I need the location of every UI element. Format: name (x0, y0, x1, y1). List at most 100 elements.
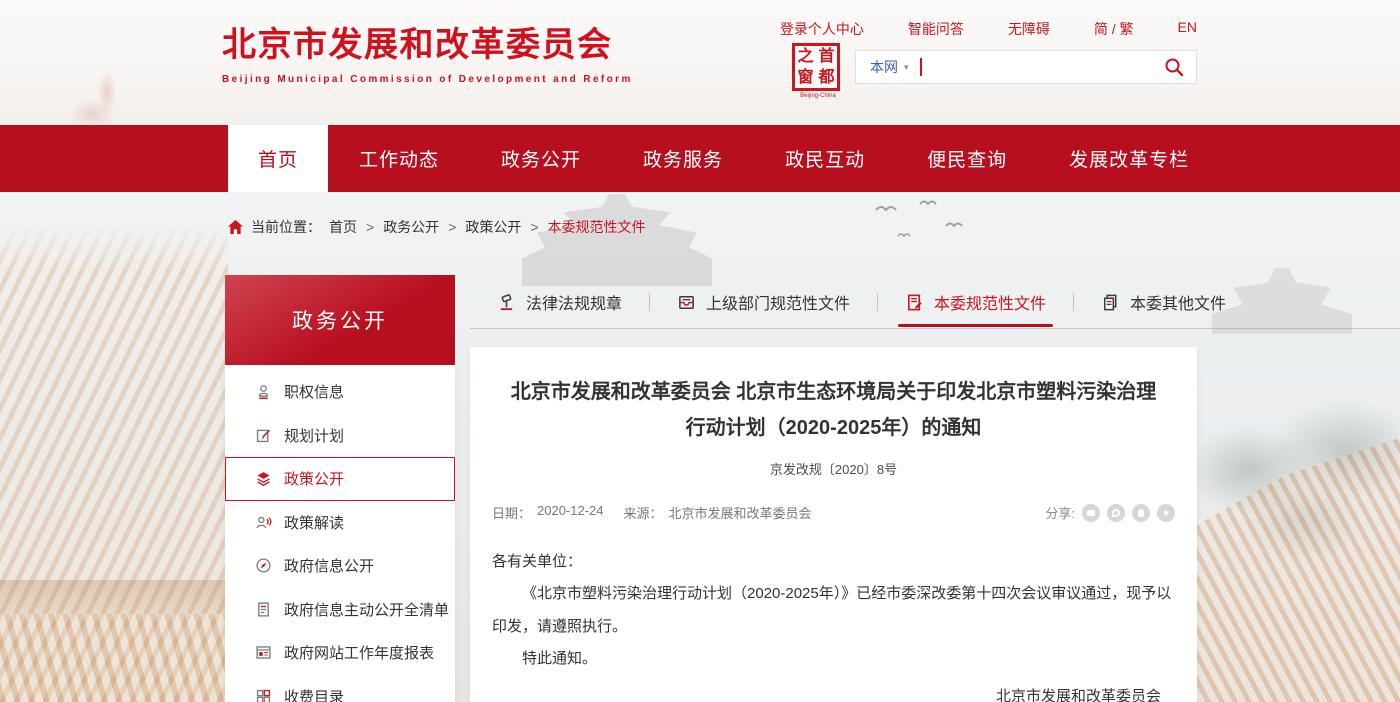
article-signature: 北京市发展和改革委员会 (492, 681, 1175, 702)
sidebar-item-website-annual-report[interactable]: 政府网站工作年度报表 (225, 631, 455, 675)
nav-item-gov-disclosure[interactable]: 政务公开 (470, 125, 612, 192)
annual-report-icon (255, 644, 272, 661)
share-label: 分享: (1045, 503, 1075, 522)
date-label: 日期： (492, 503, 531, 522)
search-icon[interactable] (1164, 57, 1184, 77)
sidebar-item-label: 规划计划 (284, 425, 344, 446)
sidebar-item-gov-info-disclosure[interactable]: 政府信息公开 (225, 544, 455, 588)
sidebar-item-label: 政府网站工作年度报表 (284, 642, 434, 663)
content-tabs: 法律法规规章 上级部门规范性文件 本委规范性文件 (470, 289, 1253, 315)
page: 北京市发展和改革委员会 Beijing Municipal Commission… (0, 0, 1400, 702)
birds-icon (868, 198, 978, 243)
nav-item-public-interaction[interactable]: 政民互动 (754, 125, 896, 192)
seal-char: 都 (818, 70, 834, 86)
nav-item-work-news[interactable]: 工作动态 (328, 125, 470, 192)
site-logo[interactable]: 北京市发展和改革委员会 Beijing Municipal Commission… (222, 17, 633, 85)
breadcrumb-separator: > (530, 219, 538, 235)
seal-char: 之 (797, 49, 813, 65)
home-icon (228, 220, 243, 234)
tab-superior-normative-docs[interactable]: 上级部门规范性文件 (650, 290, 877, 314)
sidebar-item-label: 政策解读 (284, 512, 344, 533)
header-ornament (58, 70, 128, 125)
superior-docs-icon (677, 293, 696, 312)
tabs-divider-line (470, 328, 1400, 329)
sidebar-item-planning[interactable]: 规划计划 (225, 414, 455, 458)
search-input[interactable] (922, 51, 1164, 83)
seal-caption: Beijing-China (792, 93, 844, 99)
paragraph: 《北京市塑料污染治理行动计划（2020-2025年）》已经市委深改委第十四次会议… (492, 578, 1175, 643)
article-title: 北京市发展和改革委员会 北京市生态环境局关于印发北京市塑料污染治理行动计划（20… (504, 374, 1163, 446)
sidebar-item-label: 政策公开 (284, 468, 344, 489)
search-scope-label: 本网 (870, 57, 898, 77)
tab-commission-other-docs[interactable]: 本委其他文件 (1074, 290, 1253, 314)
breadcrumb: 当前位置： 首页 > 政务公开 > 政策公开 > 本委规范性文件 (228, 217, 646, 237)
sidebar-item-label: 收费目录 (284, 686, 344, 702)
sidebar-item-label: 政府信息主动公开全清单 (284, 599, 449, 620)
paragraph: 特此通知。 (492, 643, 1175, 675)
tab-laws-regulations[interactable]: 法律法规规章 (470, 290, 649, 314)
document-number: 京发改规〔2020〕8号 (470, 459, 1197, 478)
nav-item-convenient-inquiry[interactable]: 便民查询 (896, 125, 1038, 192)
english-link[interactable]: EN (1178, 19, 1197, 39)
tab-label: 上级部门规范性文件 (706, 290, 850, 314)
tab-label: 本委其他文件 (1130, 290, 1226, 314)
roof-eaves-left (0, 614, 228, 702)
tab-commission-normative-docs[interactable]: 本委规范性文件 (878, 290, 1073, 314)
source-label: 来源： (624, 503, 663, 522)
sidebar-item-policy-disclosure[interactable]: 政策公开 (225, 457, 455, 501)
seal-stamp-icon (255, 383, 272, 400)
list-doc-icon (255, 601, 272, 618)
tab-label: 法律法规规章 (526, 290, 622, 314)
site-header: 北京市发展和改革委员会 Beijing Municipal Commission… (0, 0, 1400, 125)
sidebar-item-label: 职权信息 (284, 381, 344, 402)
capital-window-seal-logo[interactable]: 之 首 窗 都 Beijing-China (792, 43, 844, 99)
accessibility-link[interactable]: 无障碍 (1008, 19, 1050, 39)
article-source: 北京市发展和改革委员会 (669, 503, 812, 522)
info-compass-icon (255, 557, 272, 574)
breadcrumb-gov-disclosure[interactable]: 政务公开 (383, 217, 439, 237)
share-more-icon[interactable] (1157, 504, 1175, 522)
sidebar-title: 政务公开 (225, 275, 455, 365)
plan-edit-icon (255, 427, 272, 444)
sidebar-item-label: 政府信息公开 (284, 555, 374, 576)
other-docs-icon (1101, 293, 1120, 312)
nav-item-gov-services[interactable]: 政务服务 (612, 125, 754, 192)
breadcrumb-policy-disclosure[interactable]: 政策公开 (465, 217, 521, 237)
share-weibo-icon[interactable] (1107, 504, 1125, 522)
seal-char: 首 (818, 49, 834, 65)
breadcrumb-current: 本委规范性文件 (548, 217, 646, 237)
breadcrumb-label: 当前位置： (251, 217, 321, 237)
article-body: 各有关单位： 《北京市塑料污染治理行动计划（2020-2025年）》已经市委深改… (492, 546, 1175, 702)
main-nav: 首页 工作动态 政务公开 政务服务 政民互动 便民查询 发展改革专栏 (0, 125, 1400, 192)
interpretation-icon (255, 514, 272, 531)
sidebar: 职权信息 规划计划 政策公开 政策 (225, 365, 455, 702)
sidebar-item-policy-interpretation[interactable]: 政策解读 (225, 501, 455, 545)
roof-ridge-left (0, 580, 228, 614)
search-bar: 本网 ▾ (855, 50, 1197, 84)
policy-layers-icon (255, 470, 272, 487)
search-scope-dropdown[interactable]: 本网 ▾ (870, 57, 909, 77)
breadcrumb-separator: > (448, 219, 456, 235)
site-title: 北京市发展和改革委员会 (222, 17, 633, 66)
smart-qa-link[interactable]: 智能问答 (908, 19, 964, 39)
tab-label: 本委规范性文件 (934, 290, 1046, 314)
sidebar-item-proactive-disclosure-list[interactable]: 政府信息主动公开全清单 (225, 588, 455, 632)
breadcrumb-separator: > (366, 219, 374, 235)
sidebar-item-fee-catalog-clipped[interactable]: 收费目录 (225, 675, 455, 702)
article-date: 2020-12-24 (537, 503, 604, 522)
commission-docs-icon (905, 293, 924, 312)
sidebar-item-authority-info[interactable]: 职权信息 (225, 370, 455, 414)
article-meta: 日期： 2020-12-24 来源： 北京市发展和改革委员会 分享: (492, 503, 1175, 522)
breadcrumb-home[interactable]: 首页 (329, 217, 357, 237)
login-personal-center-link[interactable]: 登录个人中心 (780, 19, 864, 39)
share-qq-icon[interactable] (1132, 504, 1150, 522)
nav-item-home[interactable]: 首页 (228, 125, 328, 192)
seal-char: 窗 (797, 70, 813, 86)
seal-icon: 之 首 窗 都 (792, 43, 840, 91)
simplified-traditional-toggle[interactable]: 简 / 繁 (1094, 19, 1134, 39)
share-toolbar: 分享: (1045, 503, 1175, 522)
law-icon (497, 293, 516, 312)
nav-item-reform-special[interactable]: 发展改革专栏 (1038, 125, 1220, 192)
utility-links: 登录个人中心 智能问答 无障碍 简 / 繁 EN (780, 19, 1197, 39)
share-wechat-icon[interactable] (1082, 504, 1100, 522)
